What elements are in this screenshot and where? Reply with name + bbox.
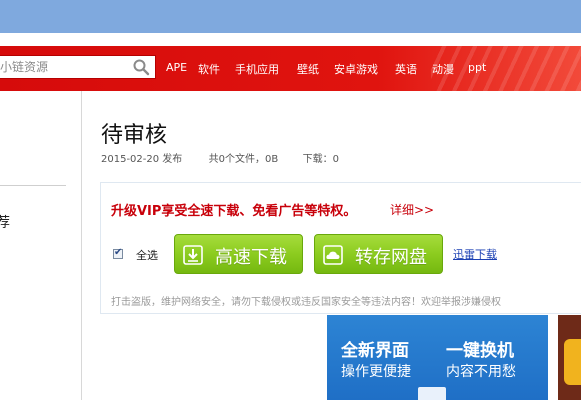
publish-date: 2015-02-20 发布 <box>101 154 183 165</box>
phone-illustration <box>418 387 446 400</box>
fast-download-label: 高速下载 <box>215 247 287 268</box>
magnifier-icon[interactable] <box>132 58 150 76</box>
banner-headline-right: 一键换机 <box>446 341 514 361</box>
quote-mark-graphic <box>564 339 581 385</box>
select-all-label: 全选 <box>136 249 158 262</box>
banner-sub-right: 内容不用愁 <box>446 364 516 380</box>
banner-headline-left: 全新界面 <box>341 341 409 361</box>
file-meta: 2015-02-20 发布 共0个文件，0B 下载：0 <box>101 150 339 165</box>
file-summary: 共0个文件，0B <box>208 154 279 165</box>
nav-link-ppt[interactable]: ppt <box>468 61 486 74</box>
search-box <box>0 55 156 79</box>
ad-banner[interactable]: 全新界面 一键换机 操作更便捷 内容不用愁 <box>327 315 548 400</box>
top-spacer <box>0 33 581 46</box>
save-to-disk-button[interactable]: 转存网盘 <box>314 234 443 274</box>
sidebar-divider <box>0 185 66 186</box>
download-panel: 升级VIP享受全速下载、免看广告等特权。 详细>> ✔ 全选 高速下载 转存网盘… <box>100 182 581 314</box>
browser-top-band <box>0 0 581 33</box>
select-all-checkbox[interactable]: ✔ <box>113 247 123 259</box>
page-title: 待审核 <box>101 123 168 148</box>
search-input[interactable] <box>0 56 128 78</box>
sidebar-item-recommend[interactable]: 荐 <box>0 212 10 232</box>
disclaimer-text: 打击盗版，维护网络安全，请勿下载侵权或违反国家安全等违法内容！欢迎举报涉嫌侵权 <box>111 297 501 308</box>
download-arrow-icon <box>183 245 203 265</box>
nav-link-ape[interactable]: APE <box>166 61 187 74</box>
download-count: 下载：0 <box>302 154 340 165</box>
nav-link-mobile-apps[interactable]: 手机应用 <box>235 61 279 77</box>
banner-sub-left: 操作更便捷 <box>341 364 411 380</box>
cloud-icon <box>323 245 343 265</box>
nav-link-anime[interactable]: 动漫 <box>432 61 454 77</box>
nav-link-wallpaper[interactable]: 壁纸 <box>297 61 319 77</box>
vip-promo-text: 升级VIP享受全速下载、免看广告等特权。 <box>111 204 357 219</box>
fast-download-button[interactable]: 高速下载 <box>174 234 303 274</box>
nav-link-android-games[interactable]: 安卓游戏 <box>334 61 378 77</box>
thunder-download-link[interactable]: 迅雷下载 <box>453 246 497 262</box>
nav-link-english[interactable]: 英语 <box>395 61 417 77</box>
save-to-disk-label: 转存网盘 <box>355 247 427 268</box>
vip-details-link[interactable]: 详细>> <box>390 201 434 218</box>
left-sidebar: 荐 <box>0 91 82 400</box>
nav-link-software[interactable]: 软件 <box>198 61 220 77</box>
site-header: APE 软件 手机应用 壁纸 安卓游戏 英语 动漫 ppt <box>0 46 581 91</box>
ad-banner-secondary[interactable] <box>558 315 581 400</box>
